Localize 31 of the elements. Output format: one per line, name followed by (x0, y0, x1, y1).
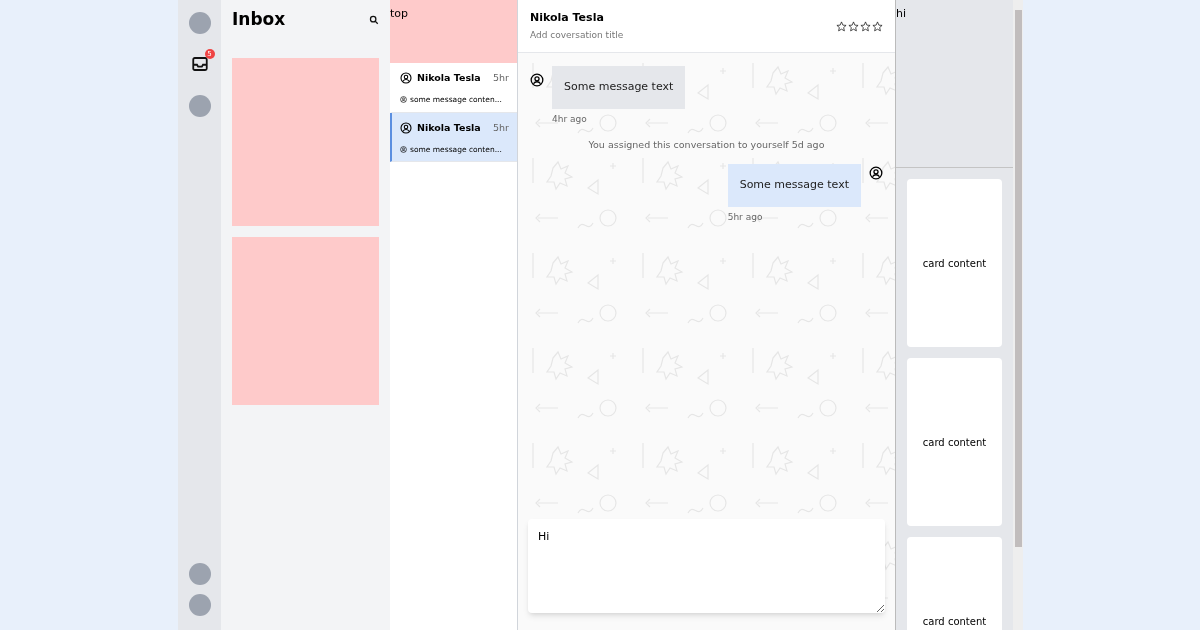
message-time: 4hr ago (552, 112, 588, 126)
top-label: top (390, 7, 409, 20)
star-icon[interactable] (836, 20, 847, 32)
user-icon (400, 72, 412, 85)
user-icon (869, 166, 883, 181)
message-bubble: Some message text (727, 164, 861, 207)
star-rating[interactable] (836, 20, 883, 32)
card-text: card content (922, 614, 987, 629)
conversation-title-placeholder[interactable]: Add coversation title (530, 29, 624, 43)
system-notice: You assigned this conversation to yourself 5d ago (588, 138, 825, 152)
inbox-title: Inbox (232, 8, 286, 32)
message-bubble: Some message text (552, 66, 686, 109)
card-text: card content (922, 256, 987, 271)
star-icon[interactable] (848, 20, 859, 32)
search-icon[interactable] (369, 15, 379, 25)
user-icon (400, 96, 407, 104)
card-text: card content (922, 435, 987, 450)
conversation-time: 5hr (493, 71, 509, 85)
message-time: 5hr ago (727, 210, 764, 224)
contact-name: Nikola Tesla (417, 120, 481, 135)
message-input[interactable]: Hi (528, 519, 885, 613)
user-icon (530, 73, 544, 87)
conversation-time: 5hr (493, 120, 509, 135)
contact-name: Nikola Tesla (417, 71, 481, 85)
contact-name: Nikola Tesla (530, 9, 605, 26)
user-icon (400, 145, 407, 153)
star-icon[interactable] (872, 20, 883, 32)
star-icon[interactable] (860, 20, 871, 32)
user-icon (400, 121, 412, 134)
side-label: hi (896, 7, 907, 20)
inbox-icon[interactable] (190, 55, 209, 73)
